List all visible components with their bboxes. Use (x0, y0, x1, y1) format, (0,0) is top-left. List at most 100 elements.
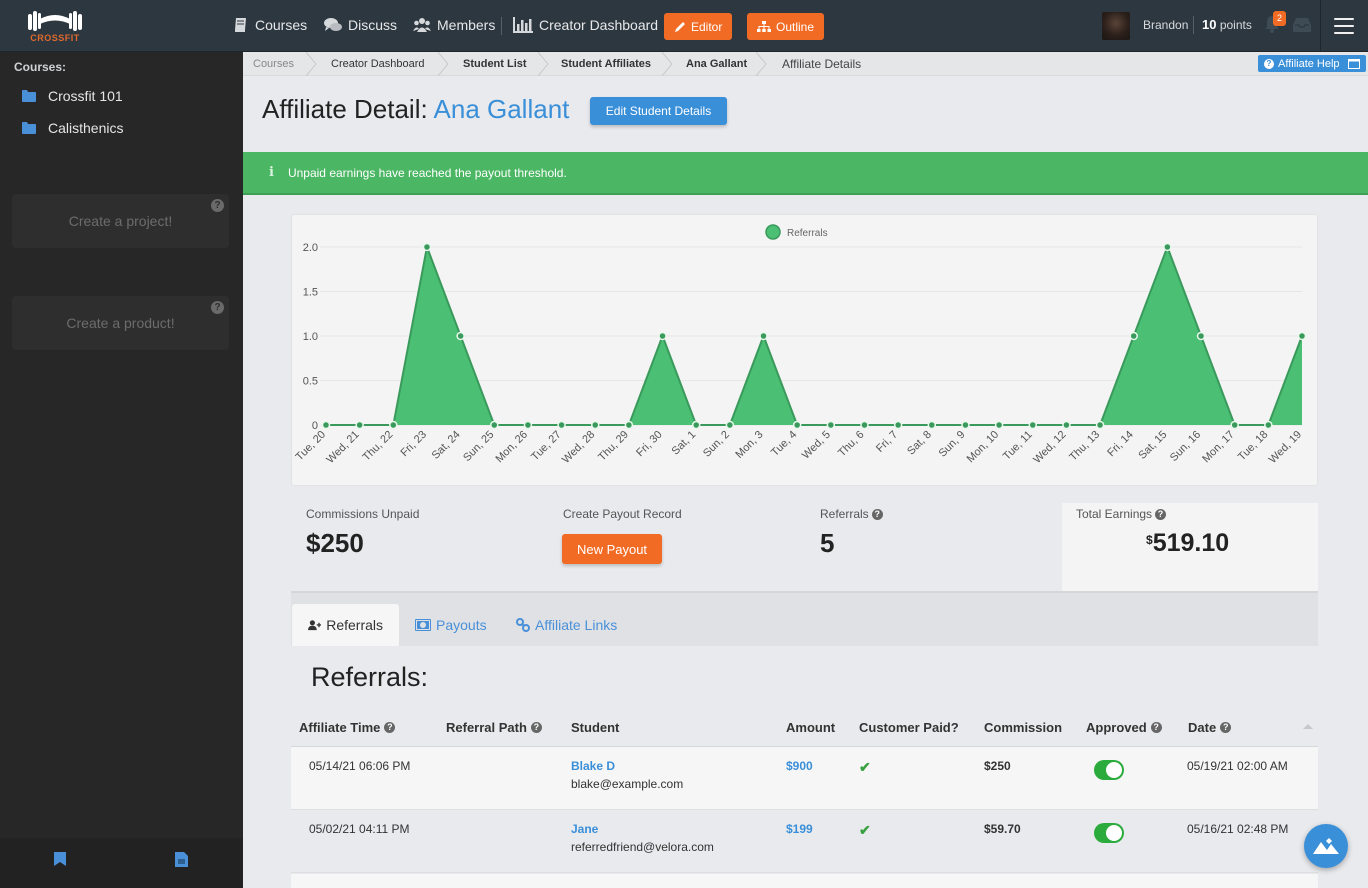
help-icon[interactable]: ? (384, 722, 396, 733)
nav-discuss[interactable]: Discuss (324, 17, 397, 33)
x-tick-label: Sat, 1 (670, 429, 699, 458)
column-header-affiliate-time[interactable]: Affiliate Time? (299, 720, 396, 735)
user-name[interactable]: Brandon (1143, 18, 1188, 32)
sidebar: Courses: Crossfit 101 Calisthenics Creat… (0, 52, 243, 888)
document-icon[interactable] (175, 852, 188, 872)
x-tick-label: Sun, 2 (701, 429, 732, 460)
help-icon[interactable]: ? (1155, 508, 1167, 520)
help-icon[interactable]: ? (211, 301, 224, 314)
x-tick-label: Fri, 7 (874, 429, 900, 455)
mountains-icon (1313, 838, 1339, 854)
sidebar-course-crossfit-101[interactable]: Crossfit 101 (22, 88, 123, 104)
breadcrumb-creator-dashboard[interactable]: Creator Dashboard (331, 58, 425, 70)
total-earnings-box: Total Earnings ? $519.10 (1062, 503, 1318, 592)
column-header-label: Referral Path (446, 720, 527, 735)
x-tick-label: Mon, 26 (493, 429, 530, 466)
column-header-amount[interactable]: Amount (786, 720, 835, 735)
editor-button-label: Editor (691, 19, 723, 34)
column-header-date[interactable]: Date? (1188, 720, 1232, 735)
pencil-icon (675, 21, 685, 32)
folder-icon (22, 90, 36, 102)
column-header-label: Affiliate Time (299, 720, 381, 735)
student-name-link[interactable]: Jane (571, 822, 598, 836)
new-payout-button[interactable]: New Payout (562, 534, 662, 564)
nav-courses[interactable]: Courses (233, 17, 307, 33)
tab-payouts[interactable]: Payouts (399, 604, 503, 646)
affiliate-help-button[interactable]: ? Affiliate Help (1258, 55, 1366, 72)
bookmark-icon[interactable] (54, 852, 66, 871)
tab-referrals[interactable]: Referrals (292, 604, 399, 646)
column-header-label: Date (1188, 720, 1217, 735)
nav-creator-dashboard[interactable]: Creator Dashboard (513, 17, 658, 33)
page-title: Affiliate Detail: Ana Gallant (262, 94, 569, 125)
x-tick-label: Wed, 19 (1267, 429, 1304, 466)
data-point (624, 420, 634, 430)
edit-student-details-button[interactable]: Edit Student Details (590, 97, 727, 125)
x-tick-label: Fri, 14 (1105, 429, 1136, 460)
help-icon[interactable]: ? (211, 199, 224, 212)
x-tick-label: Sat, 15 (1136, 429, 1169, 462)
commission: $59.70 (984, 822, 1021, 836)
data-point (1297, 331, 1307, 341)
tab-affiliate-links-label: Affiliate Links (535, 617, 618, 633)
crossfit-logo[interactable]: CROSSFIT (26, 9, 86, 45)
table-row: 05/02/21 04:11 PM Jane referredfriend@ve… (291, 810, 1318, 873)
referrals-section-title: Referrals: (311, 662, 429, 692)
breadcrumb-chevron-icon (755, 52, 767, 76)
commission: $250 (984, 759, 1011, 773)
link-icon (516, 618, 530, 632)
breadcrumb-ana-gallant[interactable]: Ana Gallant (686, 58, 747, 70)
affiliate-name-link[interactable]: Ana Gallant (434, 94, 570, 124)
y-tick-label: 2.0 (303, 242, 318, 254)
data-point (826, 420, 836, 430)
student-name-link[interactable]: Blake D (571, 759, 615, 773)
tab-affiliate-links[interactable]: Affiliate Links (500, 604, 633, 646)
hamburger-menu-icon[interactable] (1334, 18, 1354, 34)
x-tick-label: Tue, 4 (769, 429, 799, 459)
help-icon[interactable]: ? (1220, 722, 1232, 733)
column-header-approved[interactable]: Approved? (1086, 720, 1162, 735)
outline-button[interactable]: Outline (747, 13, 825, 40)
nav-creator-dashboard-label: Creator Dashboard (539, 17, 659, 33)
nav-members-label: Members (437, 17, 496, 33)
column-header-student[interactable]: Student (571, 720, 619, 735)
column-header-customer-paid[interactable]: Customer Paid? (859, 720, 959, 735)
floating-action-button[interactable] (1304, 824, 1348, 868)
data-point (792, 420, 802, 430)
total-earnings-value: $519.10 (1146, 529, 1229, 558)
breadcrumb-student-affiliates[interactable]: Student Affiliates (561, 58, 651, 70)
sidebar-course-label: Crossfit 101 (48, 88, 123, 104)
breadcrumb-student-list[interactable]: Student List (463, 58, 527, 70)
data-point (1095, 420, 1105, 430)
help-icon[interactable]: ? (530, 722, 542, 733)
approved-toggle[interactable] (1094, 823, 1124, 843)
legend-swatch (765, 224, 781, 240)
sidebar-course-calisthenics[interactable]: Calisthenics (22, 120, 123, 136)
amount-link[interactable]: $199 (786, 822, 813, 836)
amount-link[interactable]: $900 (786, 759, 813, 773)
create-product-box[interactable]: Create a product! ? (12, 296, 229, 350)
column-header-label: Student (571, 720, 620, 735)
user-avatar[interactable] (1102, 12, 1130, 40)
points-value: 10 (1202, 17, 1217, 32)
column-header-commission[interactable]: Commission (984, 720, 1062, 735)
sort-ascending-icon[interactable] (1303, 724, 1313, 729)
x-tick-label: Thu, 13 (1067, 429, 1102, 464)
data-point (590, 420, 600, 430)
x-tick-label: Sun, 16 (1168, 429, 1203, 464)
column-header-referral-path[interactable]: Referral Path? (446, 720, 542, 735)
breadcrumb-courses[interactable]: Courses (253, 58, 294, 70)
help-icon[interactable]: ? (1150, 722, 1162, 733)
inbox-button[interactable] (1293, 17, 1311, 38)
folder-icon (22, 122, 36, 134)
x-tick-label: Mon, 3 (733, 429, 765, 461)
nav-members[interactable]: Members (413, 17, 495, 33)
page-title-prefix: Affiliate Detail: (262, 94, 428, 124)
payout-threshold-alert: i Unpaid earnings have reached the payou… (243, 152, 1368, 195)
menu-divider (1320, 0, 1321, 52)
breadcrumb: Courses Creator Dashboard Student List S… (243, 52, 1368, 76)
approved-toggle[interactable] (1094, 760, 1124, 780)
editor-button[interactable]: Editor (664, 13, 733, 40)
create-project-box[interactable]: Create a project! ? (12, 194, 229, 248)
help-icon[interactable]: ? (871, 508, 883, 520)
